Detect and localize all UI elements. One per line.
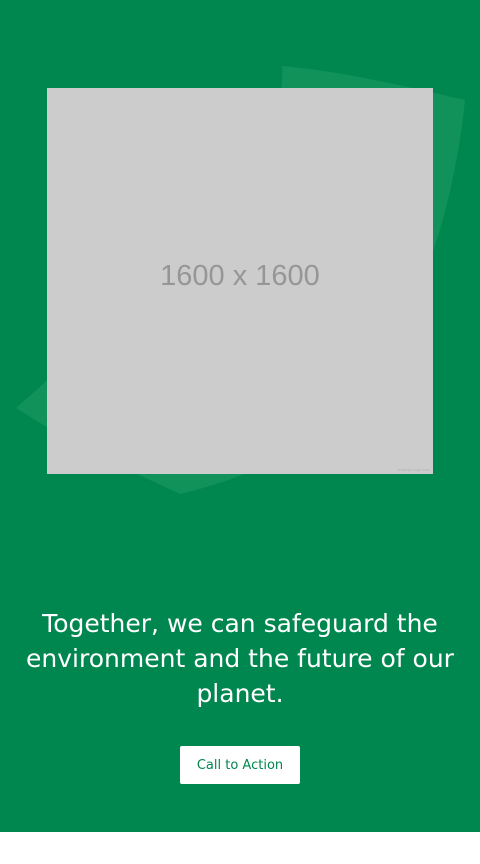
image-size-label: 1600 x 1600	[160, 259, 320, 292]
hero-section: 1600 x 1600 dummyimage.com Together, we …	[0, 0, 480, 832]
hero-headline: Together, we can safeguard the environme…	[26, 609, 454, 708]
call-to-action-button[interactable]: Call to Action	[180, 746, 300, 784]
hero-image-placeholder: 1600 x 1600 dummyimage.com	[47, 88, 433, 474]
page: 1600 x 1600 dummyimage.com Together, we …	[0, 0, 480, 864]
image-credit-label: dummyimage.com	[397, 467, 430, 472]
